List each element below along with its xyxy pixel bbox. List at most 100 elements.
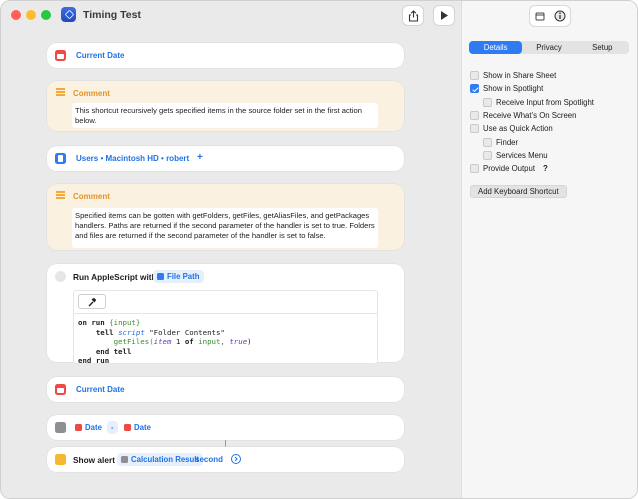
code-divider <box>74 313 377 314</box>
keyword-end: end <box>78 356 92 366</box>
option-spotlight-input[interactable]: Receive Input from Spotlight <box>483 98 594 107</box>
applescript-code[interactable]: on run {input} tell script "Folder Conte… <box>78 318 252 366</box>
code-line-1: on run {input} <box>78 318 140 327</box>
date-label: Date <box>85 423 102 432</box>
comment-text[interactable]: Specified items can be gotten with getFo… <box>72 208 378 248</box>
close-button[interactable] <box>11 10 21 20</box>
current-date-label[interactable]: Current Date <box>76 51 124 60</box>
operator-menu[interactable]: - <box>107 421 118 434</box>
input-arg: input, <box>193 337 230 347</box>
calendar-icon <box>124 424 131 431</box>
run-applescript-label: Run AppleScript with <box>73 272 157 282</box>
share-button[interactable] <box>402 5 424 26</box>
calculation-result-variable[interactable]: Calculation Result <box>117 453 204 466</box>
input-param: {input} <box>109 318 141 327</box>
folder-path[interactable]: Users • Macintosh HD • robert <box>76 154 189 163</box>
connector-line <box>225 440 226 447</box>
calendar-icon <box>75 424 82 431</box>
comment-text[interactable]: This shortcut recursively gets specified… <box>72 103 378 128</box>
action-show-alert[interactable]: Show alert Calculation Result second <box>47 447 404 472</box>
finder-label: Finder <box>496 138 519 147</box>
hammer-icon <box>88 297 97 306</box>
add-keyboard-shortcut-button[interactable]: Add Keyboard Shortcut <box>470 185 567 198</box>
window-title: Timing Test <box>83 9 141 21</box>
calculation-result-label: Calculation Result <box>131 455 200 464</box>
tab-details[interactable]: Details <box>469 41 523 54</box>
minimize-button[interactable] <box>26 10 36 20</box>
file-path-variable[interactable]: File Path <box>153 270 204 283</box>
quick-action-checkbox[interactable] <box>470 124 479 133</box>
onscreen-label: Receive What’s On Screen <box>483 111 577 120</box>
zoom-button[interactable] <box>41 10 51 20</box>
date-label: Date <box>134 423 151 432</box>
script-editor[interactable]: on run {input} tell script "Folder Conte… <box>73 290 378 366</box>
share-sheet-label: Show in Share Sheet <box>483 71 557 80</box>
run-button[interactable] <box>433 5 455 26</box>
constant-true: true <box>229 337 248 347</box>
onscreen-checkbox[interactable] <box>470 111 479 120</box>
option-share-sheet[interactable]: Show in Share Sheet <box>470 71 556 80</box>
code-line-2: tell script "Folder Contents" <box>96 328 225 337</box>
spotlight-input-checkbox[interactable] <box>483 98 492 107</box>
keyword-run: run <box>95 356 110 366</box>
alert-icon <box>55 454 66 465</box>
date-variable-right[interactable]: Date <box>120 421 155 434</box>
calendar-icon <box>55 384 66 395</box>
output-label: Provide Output <box>483 164 536 173</box>
spotlight-label: Show in Spotlight <box>483 84 544 93</box>
comment-label: Comment <box>73 192 110 201</box>
action-comment-2[interactable]: Comment Specified items can be gotten wi… <box>47 184 404 250</box>
date-variable-left[interactable]: Date <box>71 421 106 434</box>
option-quick-action[interactable]: Use as Quick Action <box>470 124 553 133</box>
keyword-tell: tell <box>95 327 114 337</box>
action-run-applescript[interactable]: Run AppleScript with File Path on run {i… <box>47 264 404 366</box>
tab-privacy[interactable]: Privacy <box>522 41 575 54</box>
action-folder[interactable]: Users • Macintosh HD • robert + <box>47 146 404 171</box>
index-value: 1 <box>171 337 185 347</box>
share-icon <box>408 9 418 22</box>
output-checkbox[interactable] <box>470 164 479 173</box>
code-line-5: end run <box>78 356 109 365</box>
action-current-date-2[interactable]: Current Date <box>47 377 404 402</box>
shortcuts-window: Timing Test Current Date Comment This sh… <box>0 0 638 499</box>
file-path-label: File Path <box>167 272 200 281</box>
option-onscreen[interactable]: Receive What’s On Screen <box>470 111 576 120</box>
help-icon[interactable]: ? <box>543 164 548 173</box>
panel-tabs: Details Privacy Setup <box>469 41 629 54</box>
tab-setup[interactable]: Setup <box>576 41 629 54</box>
applescript-icon <box>55 271 66 282</box>
spotlight-checkbox[interactable] <box>470 84 479 93</box>
code-line-4: end tell <box>95 346 132 356</box>
action-current-date[interactable]: Current Date <box>47 43 404 68</box>
action-comment[interactable]: Comment This shortcut recursively gets s… <box>47 81 404 131</box>
option-output[interactable]: Provide Output ? <box>470 164 548 173</box>
shortcut-editor: Current Date Comment This shortcut recur… <box>1 31 461 498</box>
keyword-script: script <box>118 327 145 337</box>
file-icon <box>157 273 164 280</box>
share-sheet-checkbox[interactable] <box>470 71 479 80</box>
calculator-icon <box>55 422 66 433</box>
compile-button[interactable] <box>78 294 106 309</box>
unit-label[interactable]: second <box>195 455 223 464</box>
option-services[interactable]: Services Menu <box>483 151 548 160</box>
keyword-on: on <box>78 318 87 327</box>
finder-checkbox[interactable] <box>483 138 492 147</box>
info-icon[interactable] <box>554 10 566 22</box>
calculator-icon <box>121 456 128 463</box>
option-spotlight[interactable]: Show in Spotlight <box>470 84 543 93</box>
panel-toggle-group <box>529 5 571 27</box>
title-bar: Timing Test <box>1 1 461 31</box>
current-date-label[interactable]: Current Date <box>76 385 124 394</box>
action-calculate-date[interactable]: Date - Date <box>47 415 404 440</box>
services-checkbox[interactable] <box>483 151 492 160</box>
option-finder[interactable]: Finder <box>483 138 518 147</box>
shortcuts-app-icon <box>61 7 76 22</box>
library-icon[interactable] <box>535 11 545 21</box>
spotlight-input-label: Receive Input from Spotlight <box>496 98 594 107</box>
add-button[interactable]: + <box>197 152 203 163</box>
expand-chevron-icon[interactable] <box>231 454 241 464</box>
folder-icon <box>55 153 66 164</box>
script-name: "Folder Contents" <box>149 327 225 337</box>
keyword-run: run <box>91 318 105 327</box>
play-icon <box>441 11 448 20</box>
